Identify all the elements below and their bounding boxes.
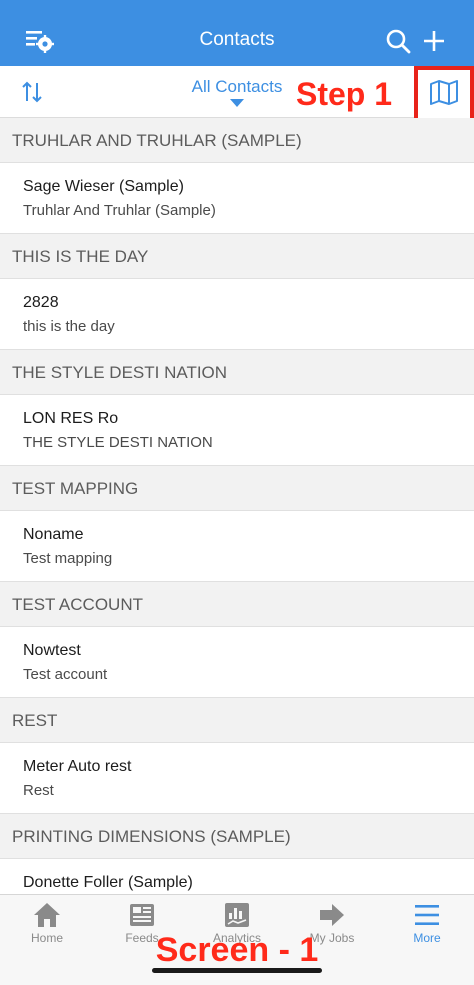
contact-row[interactable]: LON RES Ro THE STYLE DESTI NATION — [0, 395, 474, 466]
section-header: REST — [0, 698, 474, 743]
contact-company: THE STYLE DESTI NATION — [23, 434, 213, 451]
contacts-filter-dropdown[interactable]: All Contacts — [178, 76, 296, 116]
contact-row[interactable]: Donette Foller (Sample) — [0, 859, 474, 894]
contact-name: Donette Foller (Sample) — [23, 874, 193, 891]
contact-row[interactable]: Nowtest Test account — [0, 627, 474, 698]
sort-arrows-icon[interactable] — [14, 76, 50, 108]
contact-name: Nowtest — [23, 642, 81, 659]
contact-row[interactable]: Noname Test mapping — [0, 511, 474, 582]
contact-name: LON RES Ro — [23, 410, 119, 427]
contact-company: Truhlar And Truhlar (Sample) — [23, 202, 216, 219]
section-header: PRINTING DIMENSIONS (SAMPLE) — [0, 814, 474, 859]
map-view-button[interactable] — [414, 66, 474, 122]
section-header: THE STYLE DESTI NATION — [0, 350, 474, 395]
contact-company: Test account — [23, 666, 108, 683]
contacts-list: TRUHLAR AND TRUHLAR (SAMPLE) Sage Wieser… — [0, 118, 474, 894]
arrow-right-icon — [317, 901, 347, 929]
nav-bar: Contacts — [0, 0, 474, 66]
list-toolbar: All Contacts Step 1 — [0, 66, 474, 122]
home-icon — [32, 901, 62, 929]
contact-name: Sage Wieser (Sample) — [23, 178, 184, 195]
contact-name: 2828 — [23, 294, 59, 311]
contact-company: this is the day — [23, 318, 115, 335]
list-settings-icon[interactable] — [22, 24, 58, 58]
home-indicator — [152, 968, 322, 973]
contacts-screen: Contacts All Contacts Step 1 TRUHLAR AND… — [0, 0, 474, 985]
caret-down-icon — [230, 99, 244, 107]
contact-company: Rest — [23, 782, 54, 799]
contact-row[interactable]: Sage Wieser (Sample) Truhlar And Truhlar… — [0, 163, 474, 234]
contact-company: Test mapping — [23, 550, 113, 567]
section-header: TEST ACCOUNT — [0, 582, 474, 627]
newspaper-icon — [127, 901, 157, 929]
plus-icon[interactable] — [416, 24, 452, 58]
contact-name: Noname — [23, 526, 84, 543]
section-header: TEST MAPPING — [0, 466, 474, 511]
hamburger-menu-icon — [412, 901, 442, 929]
map-icon — [429, 79, 459, 110]
screen-annotation: Screen - 1 — [155, 931, 319, 969]
contact-row[interactable]: 2828 this is the day — [0, 279, 474, 350]
contact-row[interactable]: Meter Auto rest Rest — [0, 743, 474, 814]
analytics-icon — [222, 901, 252, 929]
step-annotation: Step 1 — [296, 76, 393, 112]
contact-name: Meter Auto rest — [23, 758, 132, 775]
filter-label: All Contacts — [191, 77, 283, 96]
search-icon[interactable] — [380, 24, 416, 58]
section-header: THIS IS THE DAY — [0, 234, 474, 279]
section-header: TRUHLAR AND TRUHLAR (SAMPLE) — [0, 118, 474, 163]
